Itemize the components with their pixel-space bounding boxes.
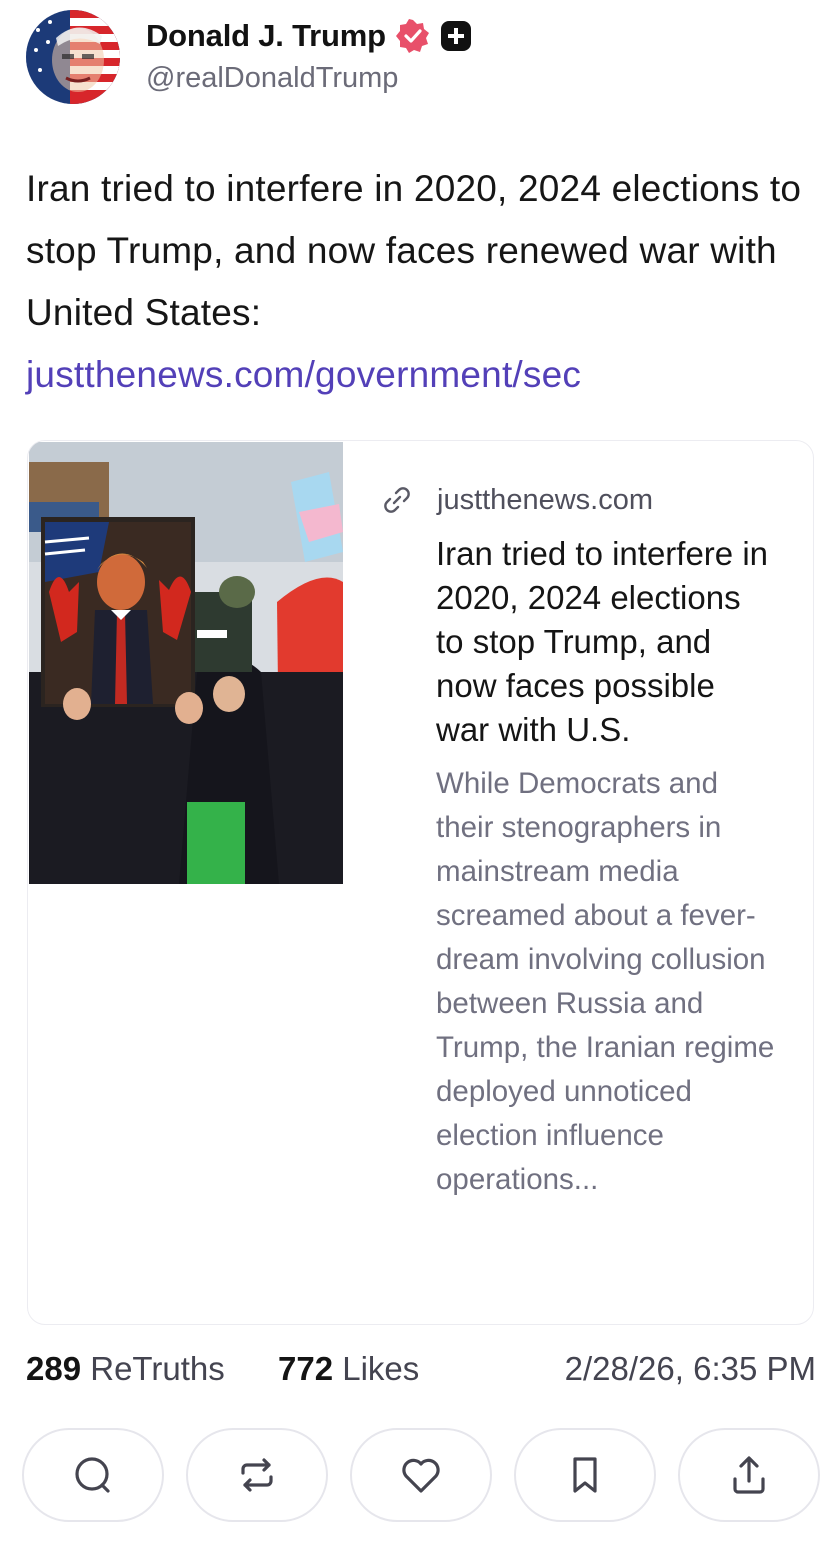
action-bar — [22, 1428, 822, 1524]
likes-stat[interactable]: 772 Likes — [278, 1350, 419, 1388]
plus-badge-icon — [440, 20, 472, 52]
bookmark-button[interactable] — [514, 1428, 656, 1522]
repost-icon — [235, 1453, 279, 1497]
likes-count: 772 — [278, 1350, 334, 1387]
like-button[interactable] — [350, 1428, 492, 1522]
comment-icon — [71, 1453, 115, 1497]
post-body: Iran tried to interfere in 2020, 2024 el… — [26, 158, 806, 406]
card-body: justthenews.com Iran tried to interfere … — [381, 476, 781, 1202]
likes-label: Likes — [342, 1350, 420, 1387]
card-title: Iran tried to interfere in 2020, 2024 el… — [436, 535, 768, 748]
retruth-button[interactable] — [186, 1428, 328, 1522]
post-text: Iran tried to interfere in 2020, 2024 el… — [26, 168, 802, 333]
link-preview-card[interactable]: justthenews.com Iran tried to interfere … — [27, 440, 814, 1325]
post-timestamp: 2/28/26, 6:35 PM — [564, 1350, 816, 1387]
user-handle[interactable]: @realDonaldTrump — [146, 62, 398, 95]
share-button[interactable] — [678, 1428, 820, 1522]
card-description: While Democrats and their stenographers … — [436, 767, 775, 1196]
share-icon — [727, 1453, 771, 1497]
card-thumbnail — [29, 442, 343, 884]
heart-icon — [398, 1453, 444, 1497]
bookmark-icon — [565, 1453, 605, 1497]
reply-button[interactable] — [22, 1428, 164, 1522]
card-domain-row: justthenews.com — [381, 476, 781, 524]
retruths-label: ReTruths — [90, 1350, 225, 1387]
avatar-image — [26, 10, 120, 104]
link-icon — [381, 484, 413, 516]
post-stats: 289 ReTruths 772 Likes 2/28/26, 6:35 PM — [26, 1346, 816, 1396]
retruths-count: 289 — [26, 1350, 82, 1387]
display-name[interactable]: Donald J. Trump — [146, 18, 386, 54]
post-link[interactable]: justthenews.com/government/sec — [26, 354, 581, 395]
card-domain: justthenews.com — [437, 483, 653, 516]
truth-post: Donald J. Trump @realDonaldTrump Iran tr… — [0, 0, 829, 1541]
name-row: Donald J. Trump — [146, 14, 472, 58]
avatar[interactable] — [26, 10, 120, 104]
verified-badge-icon — [395, 19, 430, 53]
retruths-stat[interactable]: 289 ReTruths — [26, 1350, 225, 1388]
